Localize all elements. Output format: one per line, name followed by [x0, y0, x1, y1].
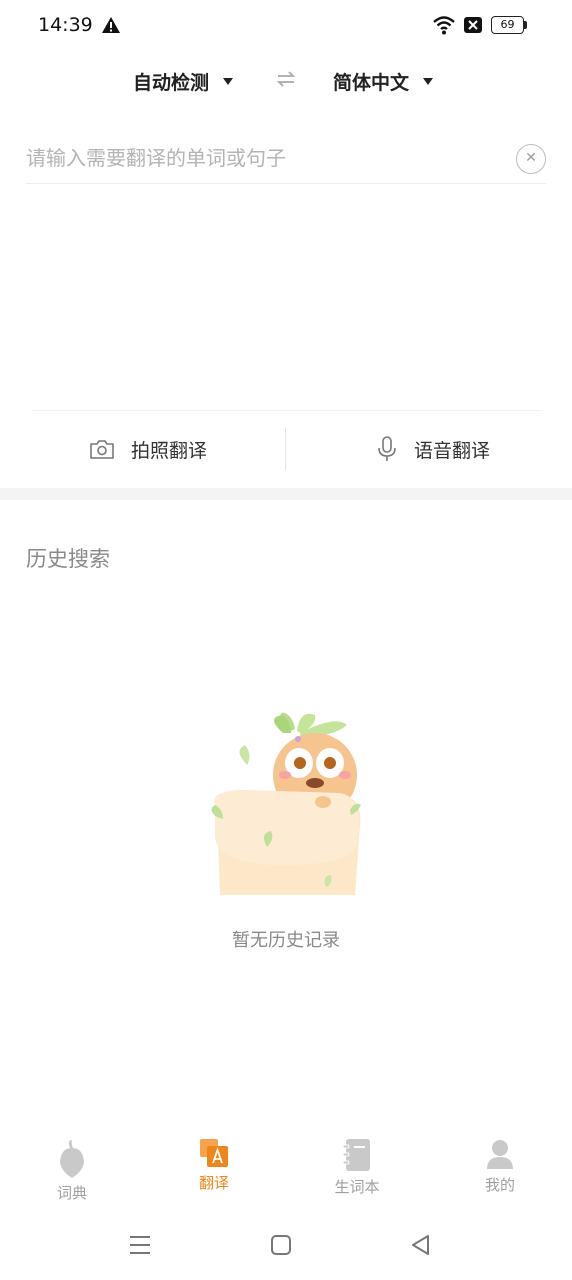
nav-item-translate[interactable]: 翻译: [164, 1130, 264, 1210]
photo-translate-label: 拍照翻译: [131, 439, 208, 462]
nav-item-wordbook[interactable]: 生词本: [307, 1130, 407, 1210]
nav-label: 生词本: [334, 1178, 380, 1196]
language-bar: 自动检测 简体中文: [0, 60, 572, 102]
wifi-icon: [433, 16, 455, 35]
wordbook-icon: [342, 1139, 370, 1171]
nav-label: 我的: [484, 1176, 515, 1194]
nav-label: 词典: [56, 1184, 87, 1202]
target-language-label: 简体中文: [333, 72, 410, 94]
history-title: 历史搜索: [26, 547, 110, 571]
home-icon[interactable]: [268, 1232, 294, 1258]
translate-icon: [200, 1139, 228, 1167]
divider: [32, 410, 542, 411]
source-language-label: 自动检测: [133, 72, 210, 94]
back-icon[interactable]: [408, 1232, 434, 1258]
status-time: 14:39: [38, 14, 93, 36]
menu-icon[interactable]: [127, 1232, 153, 1258]
battery-level: 69: [491, 16, 524, 34]
voice-translate-label: 语音翻译: [414, 439, 491, 462]
translate-actions: 拍照翻译 语音翻译: [0, 425, 572, 473]
target-language-dropdown[interactable]: 简体中文: [333, 68, 434, 95]
profile-icon: [487, 1140, 513, 1169]
microphone-icon: [378, 436, 396, 461]
nav-item-dictionary[interactable]: 词典: [22, 1130, 122, 1210]
divider: [285, 428, 286, 470]
translate-input[interactable]: [26, 140, 486, 170]
section-separator: [0, 488, 572, 500]
system-nav-bar: [0, 1228, 572, 1264]
photo-translate-button[interactable]: 拍照翻译: [89, 425, 207, 473]
warning-icon: [102, 17, 120, 33]
bottom-nav: 词典 翻译 生词本 我的: [0, 1130, 572, 1210]
source-language-dropdown[interactable]: 自动检测: [133, 68, 234, 95]
voice-translate-button[interactable]: 语音翻译: [376, 425, 490, 473]
chevron-down-icon: [423, 78, 434, 85]
translate-input-container: ✕: [26, 140, 546, 184]
dictionary-icon: [60, 1140, 84, 1178]
swap-languages-icon[interactable]: [275, 68, 297, 90]
nav-label: 翻译: [198, 1174, 229, 1192]
nav-item-profile[interactable]: 我的: [450, 1130, 550, 1210]
empty-mascot-illustration: [211, 712, 361, 895]
battery-icon: 69: [491, 16, 527, 34]
chevron-down-icon: [223, 78, 234, 85]
clear-input-button[interactable]: ✕: [516, 144, 546, 174]
camera-icon: [90, 440, 114, 459]
no-sim-icon: [464, 17, 482, 33]
empty-history-text: 暂无历史记录: [232, 930, 340, 951]
status-bar: 14:39 69: [0, 0, 572, 52]
